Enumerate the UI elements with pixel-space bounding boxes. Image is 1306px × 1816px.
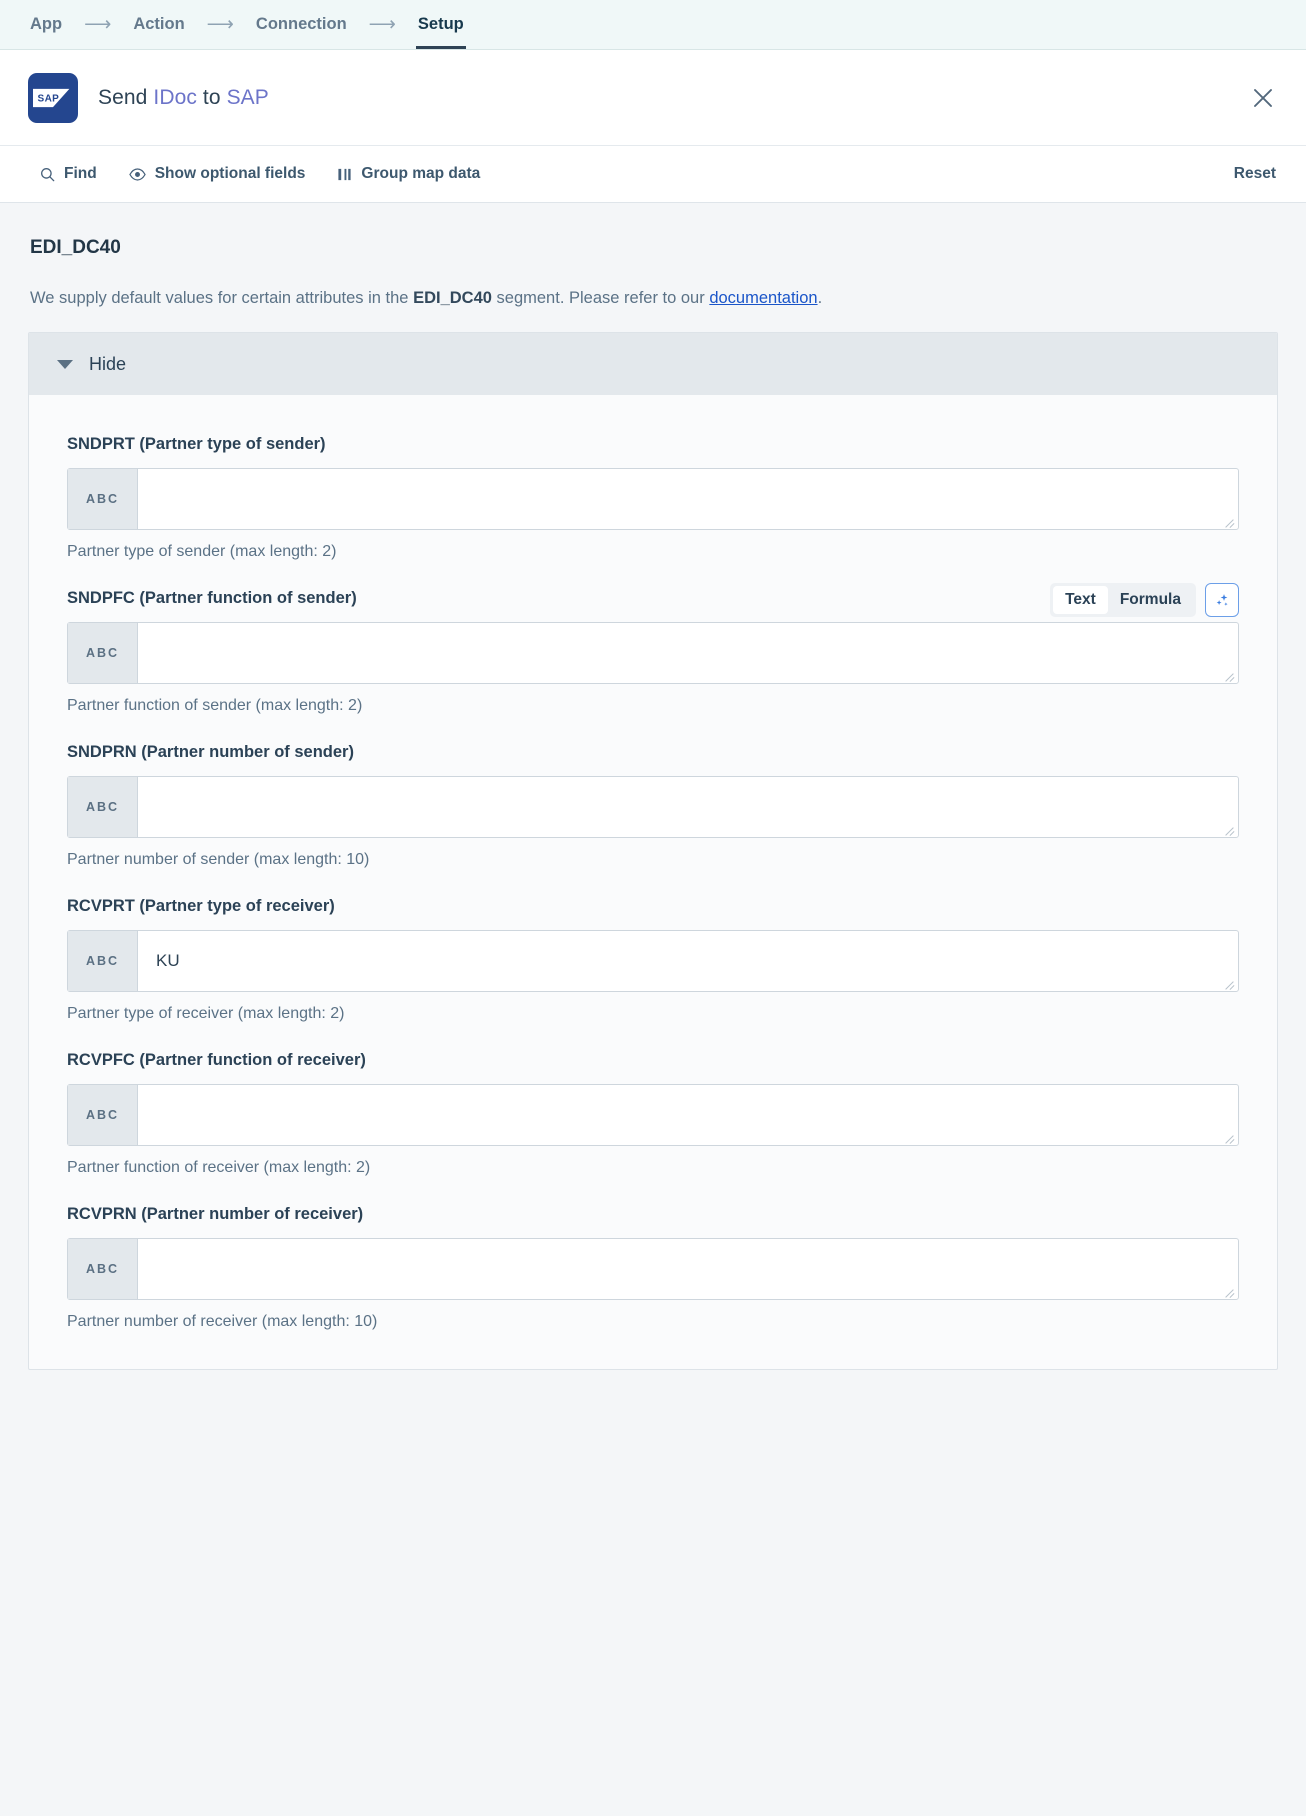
step-action-label: Action bbox=[133, 15, 184, 34]
field-hint: Partner number of sender (max length: 10… bbox=[67, 851, 1239, 869]
documentation-link[interactable]: documentation bbox=[709, 289, 817, 307]
step-setup[interactable]: Setup bbox=[416, 0, 466, 49]
value-mode-controls: Text Formula bbox=[1050, 583, 1239, 617]
reset-button[interactable]: Reset bbox=[1234, 165, 1276, 183]
input-value[interactable] bbox=[138, 623, 1238, 683]
eye-icon bbox=[129, 167, 146, 182]
group-map-data-button[interactable]: Group map data bbox=[337, 165, 480, 183]
sap-logo-icon: SAP bbox=[28, 73, 78, 123]
search-icon bbox=[40, 167, 55, 182]
field-hint: Partner type of sender (max length: 2) bbox=[67, 543, 1239, 561]
field-rcvprn: RCVPRN (Partner number of receiver) ABC … bbox=[67, 1205, 1239, 1331]
segment-panel: Hide SNDPRT (Partner type of sender) ABC… bbox=[28, 332, 1278, 1370]
step-connection[interactable]: Connection bbox=[254, 0, 349, 49]
input-value[interactable] bbox=[138, 469, 1238, 529]
abc-type-icon: ABC bbox=[68, 469, 138, 529]
app-title-row: SAP Send IDoc to SAP bbox=[0, 50, 1306, 145]
segment-desc-bold: EDI_DC40 bbox=[413, 289, 492, 307]
close-icon[interactable] bbox=[1246, 81, 1280, 115]
field-sndprt: SNDPRT (Partner type of sender) ABC Part… bbox=[67, 435, 1239, 561]
title-prefix: Send bbox=[98, 86, 153, 109]
find-button[interactable]: Find bbox=[40, 165, 97, 183]
field-rcvpfc: RCVPFC (Partner function of receiver) AB… bbox=[67, 1051, 1239, 1177]
step-setup-label: Setup bbox=[418, 15, 464, 34]
text-input-sndpfc[interactable]: ABC bbox=[67, 622, 1239, 684]
field-hint: Partner number of receiver (max length: … bbox=[67, 1313, 1239, 1331]
field-hint: Partner function of receiver (max length… bbox=[67, 1159, 1239, 1177]
field-sndpfc: SNDPFC (Partner function of sender) Text… bbox=[67, 589, 1239, 715]
abc-type-icon: ABC bbox=[68, 931, 138, 991]
collapse-toggle-label: Hide bbox=[89, 354, 126, 375]
field-label: SNDPRT (Partner type of sender) bbox=[67, 435, 1239, 454]
text-input-rcvpfc[interactable]: ABC bbox=[67, 1084, 1239, 1146]
sparkle-icon bbox=[1214, 592, 1231, 609]
chevron-down-icon bbox=[57, 360, 73, 369]
step-arrow-icon: ⟶ bbox=[64, 0, 131, 49]
svg-text:SAP: SAP bbox=[38, 93, 60, 104]
wizard-step-bar: App ⟶ Action ⟶ Connection ⟶ Setup bbox=[0, 0, 1306, 50]
step-app-label: App bbox=[30, 15, 62, 34]
input-value[interactable] bbox=[138, 1239, 1238, 1299]
step-connection-label: Connection bbox=[256, 15, 347, 34]
field-hint: Partner function of sender (max length: … bbox=[67, 697, 1239, 715]
title-mid: to bbox=[197, 86, 227, 109]
fields-container: SNDPRT (Partner type of sender) ABC Part… bbox=[29, 395, 1277, 1369]
field-label: RCVPFC (Partner function of receiver) bbox=[67, 1051, 1239, 1070]
ai-assist-button[interactable] bbox=[1205, 583, 1239, 617]
abc-type-icon: ABC bbox=[68, 777, 138, 837]
text-formula-toggle[interactable]: Text Formula bbox=[1050, 583, 1196, 617]
collapse-toggle[interactable]: Hide bbox=[29, 333, 1277, 395]
toggle-option-formula[interactable]: Formula bbox=[1108, 586, 1193, 614]
editor-toolbar: Find Show optional fields Group map data… bbox=[0, 145, 1306, 203]
input-value[interactable] bbox=[138, 1085, 1238, 1145]
field-rcvprt: RCVPRT (Partner type of receiver) ABC KU… bbox=[67, 897, 1239, 1023]
input-value[interactable] bbox=[138, 777, 1238, 837]
step-arrow-icon: ⟶ bbox=[187, 0, 254, 49]
field-label: RCVPRT (Partner type of receiver) bbox=[67, 897, 1239, 916]
abc-type-icon: ABC bbox=[68, 623, 138, 683]
segment-desc-pre: We supply default values for certain att… bbox=[30, 289, 413, 307]
find-label: Find bbox=[64, 165, 97, 183]
segment-description: We supply default values for certain att… bbox=[30, 287, 1278, 310]
segment-desc-mid: segment. Please refer to our bbox=[492, 289, 709, 307]
setup-form-body: EDI_DC40 We supply default values for ce… bbox=[0, 203, 1306, 1816]
show-optional-fields-label: Show optional fields bbox=[155, 165, 306, 183]
field-hint: Partner type of receiver (max length: 2) bbox=[67, 1005, 1239, 1023]
abc-type-icon: ABC bbox=[68, 1085, 138, 1145]
segment-title: EDI_DC40 bbox=[30, 237, 1278, 259]
reset-label: Reset bbox=[1234, 165, 1276, 182]
text-input-sndprn[interactable]: ABC bbox=[67, 776, 1239, 838]
text-input-rcvprn[interactable]: ABC bbox=[67, 1238, 1239, 1300]
show-optional-fields-button[interactable]: Show optional fields bbox=[129, 165, 306, 183]
text-input-sndprt[interactable]: ABC bbox=[67, 468, 1239, 530]
step-app[interactable]: App bbox=[28, 0, 64, 49]
field-label: RCVPRN (Partner number of receiver) bbox=[67, 1205, 1239, 1224]
step-arrow-icon: ⟶ bbox=[349, 0, 416, 49]
group-map-data-label: Group map data bbox=[361, 165, 480, 183]
group-map-icon bbox=[337, 167, 352, 182]
title-link-sap[interactable]: SAP bbox=[227, 86, 269, 109]
segment-desc-post: . bbox=[818, 289, 823, 307]
page-title: Send IDoc to SAP bbox=[98, 86, 269, 110]
title-link-idoc[interactable]: IDoc bbox=[153, 86, 197, 109]
input-value[interactable]: KU bbox=[138, 931, 1238, 991]
toggle-option-text[interactable]: Text bbox=[1053, 586, 1108, 614]
step-action[interactable]: Action bbox=[131, 0, 186, 49]
abc-type-icon: ABC bbox=[68, 1239, 138, 1299]
text-input-rcvprt[interactable]: ABC KU bbox=[67, 930, 1239, 992]
field-label: SNDPRN (Partner number of sender) bbox=[67, 743, 1239, 762]
field-sndprn: SNDPRN (Partner number of sender) ABC Pa… bbox=[67, 743, 1239, 869]
